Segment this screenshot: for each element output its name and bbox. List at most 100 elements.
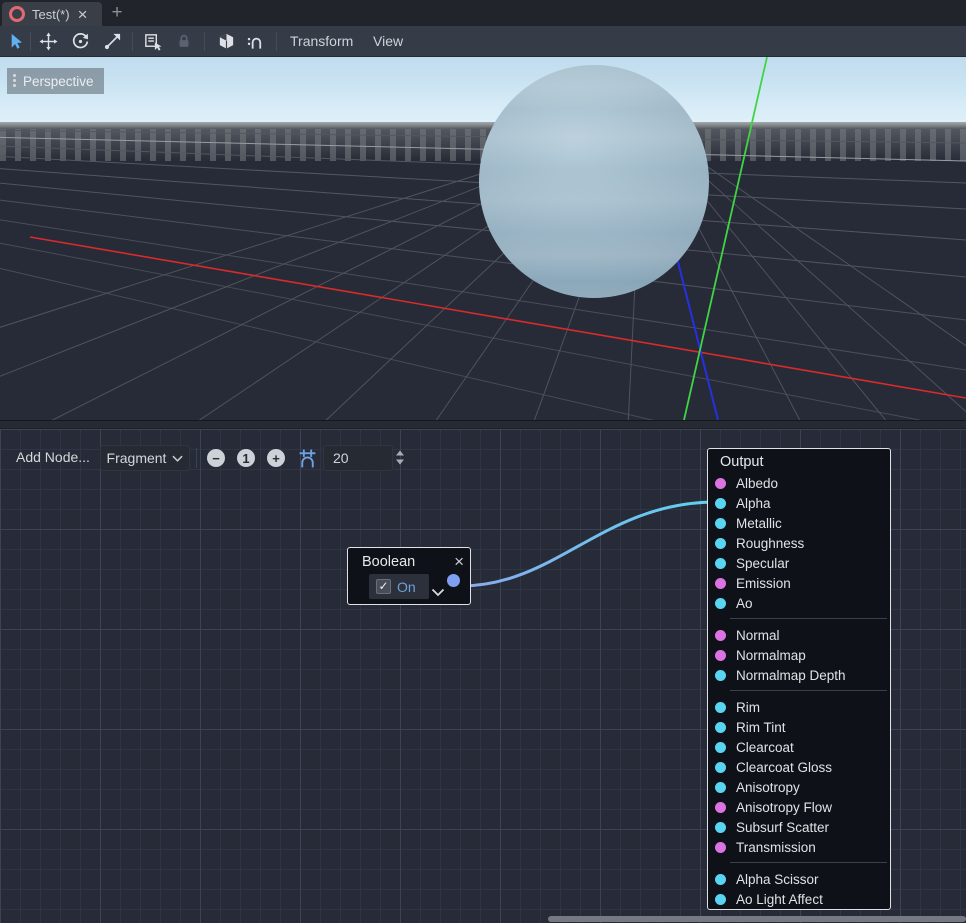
- output-port-row-normalmap: Normalmap: [708, 645, 890, 665]
- scene-tab-bar: Test(*) × +: [0, 0, 966, 26]
- select-tool-icon[interactable]: [5, 31, 25, 51]
- menu-view[interactable]: View: [373, 32, 403, 51]
- port-label: Rim: [736, 700, 760, 715]
- port-dot[interactable]: [715, 598, 726, 609]
- node-output-titlebar[interactable]: Output: [708, 449, 890, 473]
- output-port-row-normalmap-depth: Normalmap Depth: [708, 665, 890, 685]
- output-port-row-anisotropy: Anisotropy: [708, 777, 890, 797]
- tab-label: Test(*): [32, 7, 70, 22]
- shader-graph-canvas[interactable]: Add Node... Fragment − 1 + 20: [0, 429, 966, 923]
- port-separator: [730, 618, 887, 619]
- viewport-3d[interactable]: Perspective: [0, 57, 966, 420]
- snap-distance-spinbox[interactable]: 20: [323, 445, 393, 471]
- boolean-value-panel: ✓ On: [369, 574, 429, 599]
- port-label: Normal: [736, 628, 780, 643]
- port-label: Ao Light Affect: [736, 892, 823, 907]
- port-dot[interactable]: [715, 874, 726, 885]
- port-label: Clearcoat Gloss: [736, 760, 832, 775]
- output-port-row-ao-light-affect: Ao Light Affect: [708, 889, 890, 909]
- snap-grid-icon[interactable]: [297, 448, 318, 469]
- panel-splitter[interactable]: [0, 420, 966, 429]
- port-label: Normalmap Depth: [736, 668, 846, 683]
- port-dot[interactable]: [715, 742, 726, 753]
- node-output[interactable]: Output AlbedoAlphaMetallicRoughnessSpecu…: [707, 448, 891, 910]
- tab-close-icon[interactable]: ×: [78, 6, 88, 23]
- tab-test-scene[interactable]: Test(*) ×: [2, 2, 102, 26]
- port-dot[interactable]: [715, 478, 726, 489]
- port-dot[interactable]: [715, 782, 726, 793]
- zoom-reset-button[interactable]: 1: [237, 449, 255, 467]
- spatial-toolbar: Transform View: [0, 26, 966, 57]
- perspective-label: Perspective: [23, 74, 94, 89]
- port-dot[interactable]: [715, 670, 726, 681]
- port-dot[interactable]: [715, 722, 726, 733]
- shader-mode-dropdown[interactable]: Fragment: [100, 445, 190, 471]
- port-dot[interactable]: [715, 802, 726, 813]
- port-separator: [730, 862, 887, 863]
- scene-circle-icon: [9, 6, 25, 22]
- move-tool-icon[interactable]: [38, 31, 58, 51]
- port-dot[interactable]: [715, 702, 726, 713]
- lock-icon[interactable]: [174, 31, 194, 51]
- port-separator: [730, 690, 887, 691]
- node-boolean[interactable]: Boolean × ✓ On: [347, 547, 471, 605]
- port-label: Roughness: [736, 536, 804, 551]
- grip-dots-icon: [13, 74, 16, 77]
- add-node-button[interactable]: Add Node...: [16, 449, 90, 465]
- port-dot[interactable]: [715, 822, 726, 833]
- port-dot[interactable]: [715, 762, 726, 773]
- shader-mode-label: Fragment: [107, 450, 167, 466]
- output-port-row-clearcoat: Clearcoat: [708, 737, 890, 757]
- sphere-mesh[interactable]: [479, 65, 709, 298]
- port-dot[interactable]: [715, 630, 726, 641]
- horizontal-scrollbar[interactable]: [548, 916, 966, 922]
- chevron-down-icon: [172, 455, 183, 462]
- port-dot[interactable]: [715, 518, 726, 529]
- snap-3d-magnet-icon[interactable]: [245, 31, 265, 51]
- list-select-icon[interactable]: [142, 31, 162, 51]
- local-space-cube-icon[interactable]: [216, 31, 236, 51]
- output-port-row-normal: Normal: [708, 625, 890, 645]
- port-label: Anisotropy: [736, 780, 800, 795]
- z-axis-blue: [677, 258, 718, 420]
- boolean-output-port[interactable]: [447, 574, 460, 587]
- port-label: Transmission: [736, 840, 816, 855]
- toolbar-separator: [204, 32, 205, 51]
- scale-tool-icon[interactable]: [102, 31, 122, 51]
- output-port-row-subsurf-scatter: Subsurf Scatter: [708, 817, 890, 837]
- x-axis-red: [30, 237, 966, 398]
- output-port-row-specular: Specular: [708, 553, 890, 573]
- port-label: Anisotropy Flow: [736, 800, 832, 815]
- port-dot[interactable]: [715, 498, 726, 509]
- port-label: Subsurf Scatter: [736, 820, 829, 835]
- zoom-in-button[interactable]: +: [267, 449, 285, 467]
- perspective-menu-button[interactable]: Perspective: [7, 68, 104, 94]
- output-port-row-rim: Rim: [708, 697, 890, 717]
- boolean-checkbox[interactable]: ✓: [376, 579, 391, 594]
- spinbox-stepper-icon[interactable]: [394, 449, 406, 466]
- port-label: Metallic: [736, 516, 782, 531]
- node-boolean-title: Boolean: [362, 554, 454, 570]
- boolean-on-label: On: [397, 579, 416, 595]
- port-label: Specular: [736, 556, 789, 571]
- graph-toolbar-separator: [196, 448, 197, 468]
- output-port-row-metallic: Metallic: [708, 513, 890, 533]
- port-dot[interactable]: [715, 538, 726, 549]
- output-port-row-clearcoat-gloss: Clearcoat Gloss: [708, 757, 890, 777]
- zoom-out-button[interactable]: −: [207, 449, 225, 467]
- port-dot[interactable]: [715, 558, 726, 569]
- node-boolean-titlebar[interactable]: Boolean ×: [348, 548, 470, 574]
- node-close-icon[interactable]: ×: [454, 554, 464, 570]
- port-dot[interactable]: [715, 578, 726, 589]
- output-port-list: AlbedoAlphaMetallicRoughnessSpecularEmis…: [708, 473, 890, 909]
- port-dot[interactable]: [715, 894, 726, 905]
- menu-transform[interactable]: Transform: [290, 32, 353, 51]
- port-dot[interactable]: [715, 842, 726, 853]
- toolbar-separator: [276, 32, 277, 51]
- port-dot[interactable]: [715, 650, 726, 661]
- new-tab-button[interactable]: +: [106, 3, 128, 23]
- rotate-tool-icon[interactable]: [70, 31, 90, 51]
- port-label: Albedo: [736, 476, 778, 491]
- output-port-row-ao: Ao: [708, 593, 890, 613]
- toolbar-separator: [30, 32, 31, 51]
